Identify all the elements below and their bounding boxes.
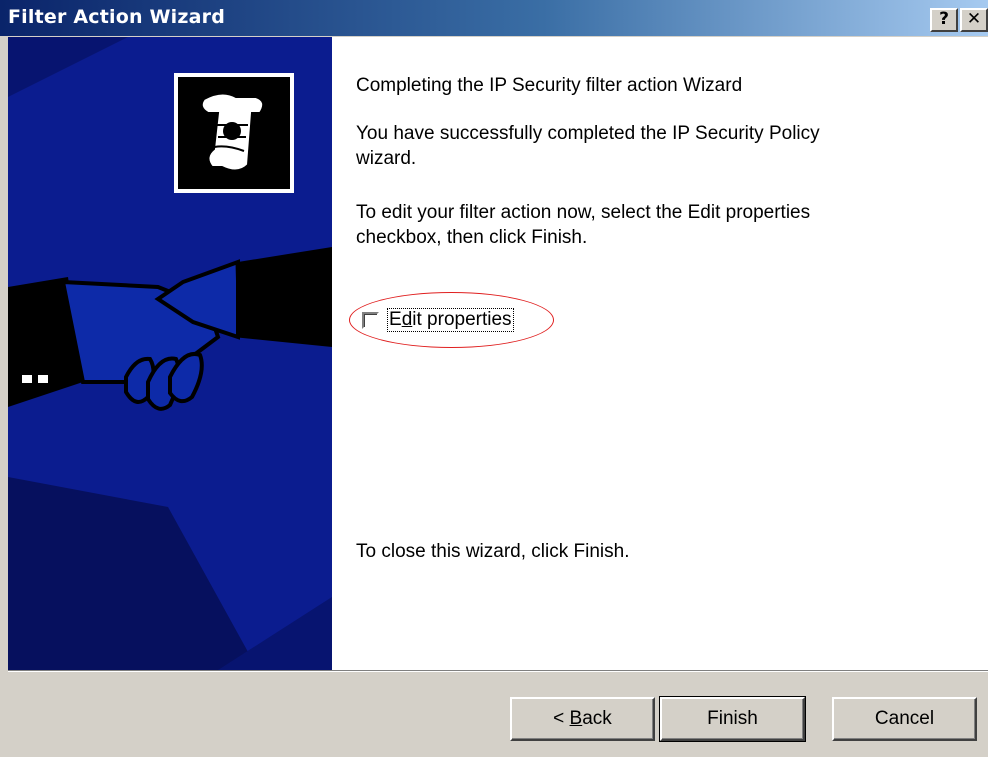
close-icon: ✕ bbox=[966, 9, 982, 29]
edit-instructions: To edit your filter action now, select t… bbox=[356, 202, 811, 248]
title-bar: Filter Action Wizard ? ✕ bbox=[0, 0, 988, 36]
edit-properties-checkbox[interactable] bbox=[362, 312, 379, 329]
edit-properties-label[interactable]: Edit properties bbox=[387, 308, 514, 332]
wizard-content: Completing the IP Security filter action… bbox=[332, 37, 988, 670]
wizard-heading: Completing the IP Security filter action… bbox=[356, 75, 743, 96]
wizard-window: Filter Action Wizard ? ✕ Completing the … bbox=[0, 0, 988, 757]
finish-button[interactable]: Finish bbox=[659, 696, 806, 742]
help-icon: ? bbox=[939, 9, 949, 29]
edit-properties-option[interactable]: Edit properties bbox=[358, 307, 558, 337]
footer-divider bbox=[8, 670, 988, 672]
close-instructions: To close this wizard, click Finish. bbox=[356, 541, 630, 562]
window-title: Filter Action Wizard bbox=[8, 6, 226, 28]
wizard-side-panel bbox=[8, 37, 332, 670]
close-button[interactable]: ✕ bbox=[960, 8, 988, 32]
success-message: You have successfully completed the IP S… bbox=[356, 123, 820, 169]
handshake-illustration bbox=[8, 37, 332, 670]
help-button[interactable]: ? bbox=[930, 8, 958, 32]
back-button[interactable]: < Back bbox=[510, 697, 655, 741]
cancel-button[interactable]: Cancel bbox=[832, 697, 977, 741]
